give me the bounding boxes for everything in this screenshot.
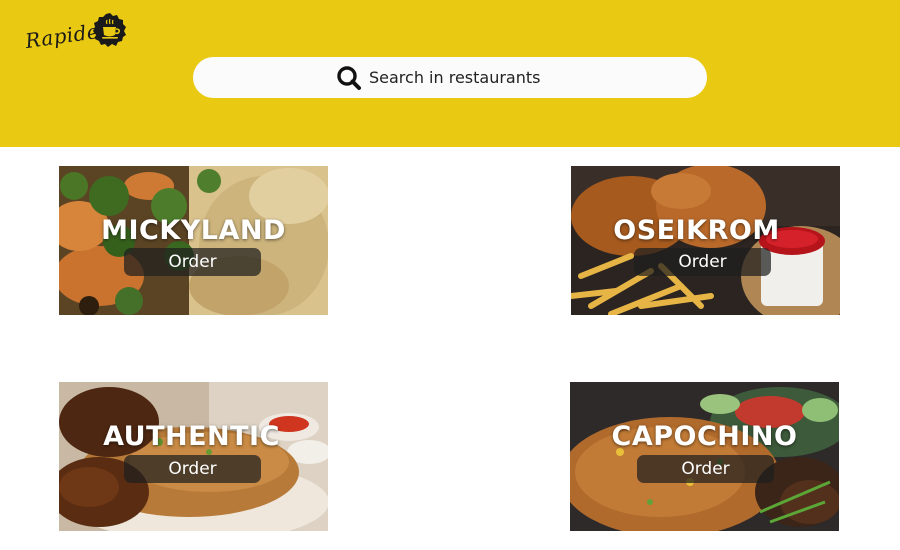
coffee-cup-icon (93, 13, 126, 47)
search-bar[interactable] (193, 57, 707, 98)
restaurant-card-oseikrom[interactable]: OSEIKROM Order (571, 166, 840, 315)
order-button[interactable]: Order (124, 455, 261, 483)
restaurant-card-mickyland[interactable]: MICKYLAND Order (59, 166, 328, 315)
search-icon[interactable] (336, 65, 362, 91)
top-header: Rapide (0, 0, 900, 147)
order-button[interactable]: Order (634, 248, 771, 276)
search-input[interactable] (369, 57, 669, 98)
restaurant-name: AUTHENTIC (103, 421, 280, 452)
restaurant-name: MICKYLAND (101, 215, 286, 246)
restaurant-name: CAPOCHINO (611, 421, 798, 452)
restaurant-name: OSEIKROM (613, 215, 780, 246)
order-button[interactable]: Order (637, 455, 774, 483)
order-button[interactable]: Order (124, 248, 261, 276)
rapide-logo[interactable]: Rapide (22, 10, 132, 54)
restaurant-card-authentic[interactable]: AUTHENTIC Order (59, 382, 328, 531)
logo-text: Rapide (23, 18, 101, 54)
restaurant-card-capochino[interactable]: CAPOCHINO Order (570, 382, 839, 531)
